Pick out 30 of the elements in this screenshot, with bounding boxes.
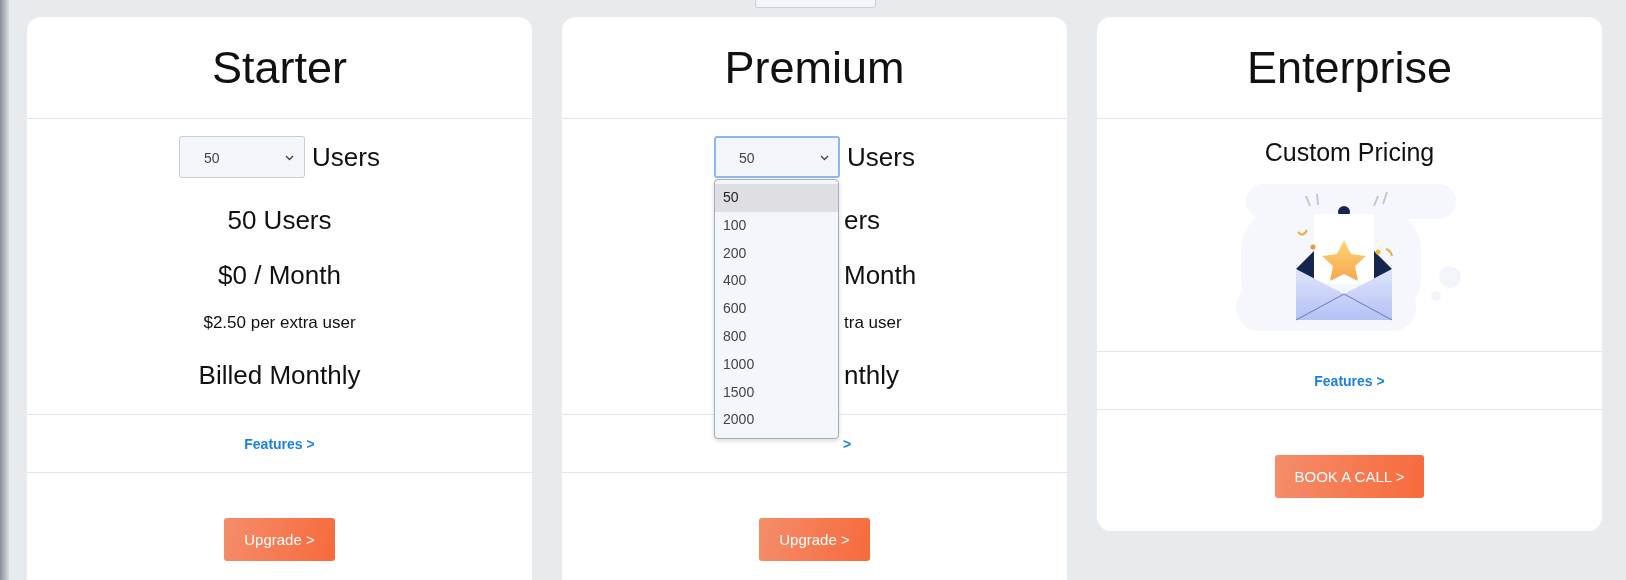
users-label: Users — [847, 141, 915, 173]
users-count: 50 Users — [227, 204, 332, 237]
billing-period: nthly — [844, 359, 899, 392]
plan-title: Premium — [724, 41, 905, 94]
users-label: Users — [312, 141, 380, 173]
dropdown-option[interactable]: 600 — [715, 295, 839, 323]
features-link[interactable]: Features > — [244, 435, 315, 452]
features-link[interactable]: Features > — [1314, 372, 1385, 389]
extra-user-price: tra user — [844, 312, 902, 334]
dropdown-option[interactable]: 400 — [715, 267, 839, 296]
users-count: ers — [844, 204, 881, 237]
price: Month — [844, 259, 917, 292]
dropdown-option[interactable]: 2000 — [715, 406, 839, 435]
users-select[interactable]: 50 — [714, 136, 841, 178]
dropdown-option[interactable]: 1500 — [715, 378, 839, 407]
users-select[interactable]: 50 — [179, 136, 306, 178]
extra-user-price: $2.50 per extra user — [203, 312, 356, 334]
plan-title: Starter — [211, 41, 347, 94]
billing-period: Billed Monthly — [198, 359, 361, 392]
chevron-down-icon — [820, 155, 830, 161]
dropdown-option[interactable]: 1000 — [715, 350, 839, 379]
plan-title: Enterprise — [1246, 41, 1453, 94]
dropdown-option[interactable]: 100 — [715, 211, 839, 240]
chevron-down-icon — [285, 155, 295, 161]
features-link[interactable]: > — [843, 435, 852, 452]
dropdown-option[interactable]: 800 — [715, 323, 839, 351]
custom-pricing: Custom Pricing — [1264, 137, 1435, 168]
price: $0 / Month — [218, 259, 341, 292]
dropdown-option[interactable]: 50 — [715, 184, 839, 212]
dropdown-option[interactable]: 200 — [715, 239, 839, 268]
